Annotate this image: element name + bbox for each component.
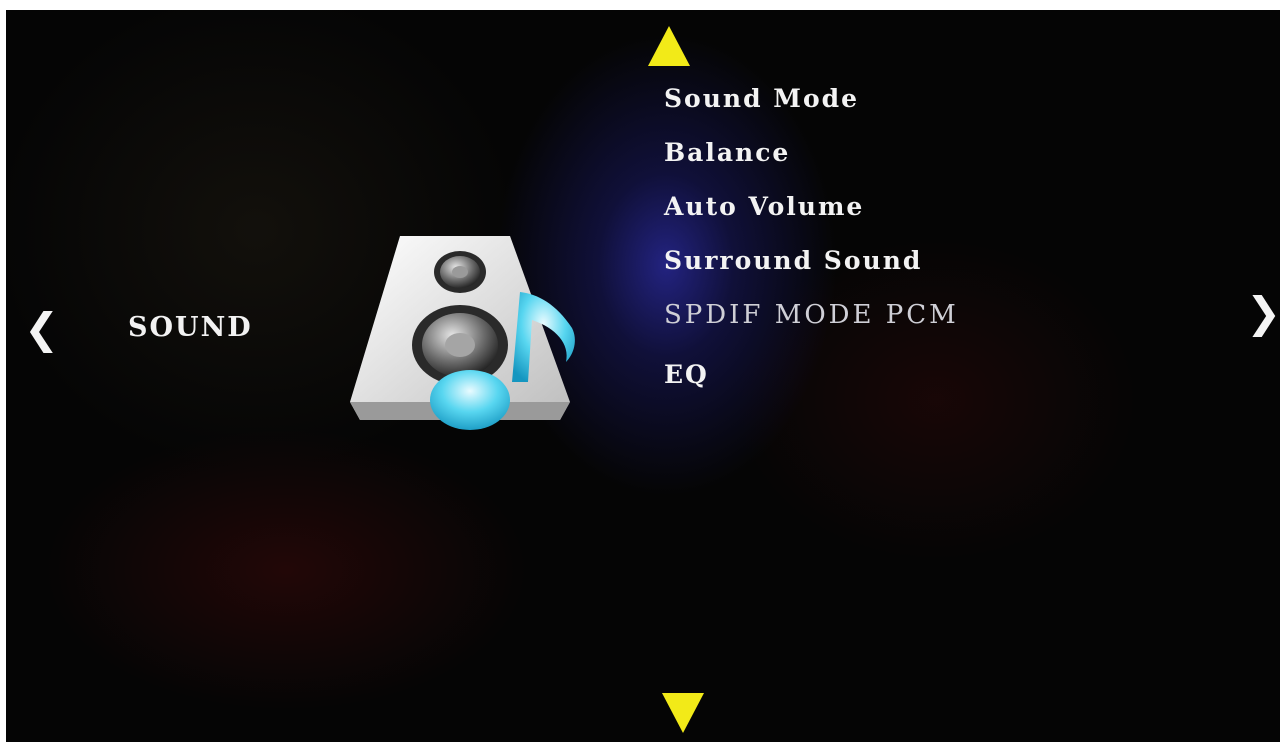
- menu-item-auto-volume[interactable]: Auto Volume: [664, 192, 864, 221]
- speaker-music-note-icon: [350, 236, 575, 430]
- previous-page-arrow-icon[interactable]: ❮: [24, 308, 59, 350]
- menu-item-spdif-mode[interactable]: SPDIF MODE PCM: [664, 300, 959, 330]
- menu-item-balance[interactable]: Balance: [664, 138, 790, 167]
- tv-screen: ❮ ❯ SOUND Sound Mode Balance Auto Volume…: [6, 10, 1280, 742]
- menu-item-surround-sound[interactable]: Surround Sound: [664, 246, 922, 275]
- menu-item-sound-mode[interactable]: Sound Mode: [664, 84, 859, 113]
- scroll-up-arrow-icon[interactable]: [648, 26, 690, 66]
- next-page-arrow-icon[interactable]: ❯: [1246, 292, 1280, 334]
- scroll-down-arrow-icon[interactable]: [662, 693, 704, 733]
- section-title: SOUND: [128, 312, 253, 343]
- menu-item-eq[interactable]: EQ: [664, 360, 709, 389]
